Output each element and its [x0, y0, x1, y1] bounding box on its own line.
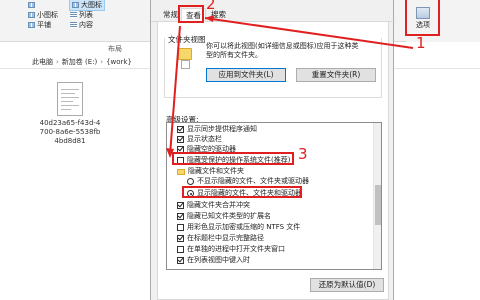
checkbox[interactable]: [177, 213, 184, 220]
apply-to-folders-button[interactable]: 应用到文件夹(L): [206, 68, 286, 82]
doc-line: [61, 97, 79, 98]
setting-hide-merge-conflicts[interactable]: 隐藏文件夹合并冲突: [177, 201, 250, 210]
checkbox[interactable]: [177, 126, 184, 133]
folder-views-icon: [178, 48, 192, 69]
checkbox[interactable]: [177, 257, 184, 264]
small-icons-icon: [28, 12, 35, 18]
radio-button[interactable]: [187, 178, 194, 185]
breadcrumb-folder[interactable]: {work}: [106, 58, 132, 66]
layout-large-icons[interactable]: 大图标: [69, 0, 105, 11]
layout-content[interactable]: 内容: [70, 20, 93, 30]
restore-defaults-button[interactable]: 还原为默认值(D): [310, 278, 384, 292]
setting-dont-show-hidden[interactable]: 不显示隐藏的文件、文件夹或驱动器: [187, 177, 309, 186]
doc-line: [61, 105, 79, 106]
annotation-number-1: 1: [416, 34, 426, 52]
setting-group-hidden-files: 隐藏文件和文件夹: [177, 167, 244, 176]
doc-line: [61, 109, 71, 110]
doc-line: [61, 101, 73, 102]
setting-label: 显示同步提供程序通知: [187, 125, 257, 133]
setting-separate-process[interactable]: 在单独的进程中打开文件夹窗口: [177, 245, 285, 254]
setting-label: 隐藏已知文件类型的扩展名: [187, 212, 271, 220]
layout-large-icons-label: 大图标: [81, 1, 102, 9]
layout-list-label: 列表: [79, 11, 93, 19]
document-thumbnail-icon: [57, 82, 83, 116]
breadcrumb-this-pc[interactable]: 此电脑: [32, 58, 53, 66]
icon-grid-icon: [28, 2, 35, 8]
checkbox[interactable]: [177, 246, 184, 253]
annotation-number-3: 3: [298, 145, 308, 163]
setting-label: 在列表视图中键入时: [187, 256, 250, 264]
checkbox[interactable]: [177, 224, 184, 231]
layout-small-icons[interactable]: 小图标: [28, 10, 58, 20]
setting-label: 用彩色显示加密或压缩的 NTFS 文件: [187, 223, 301, 231]
annotation-number-2: 2: [206, 0, 216, 13]
setting-hide-extensions[interactable]: 隐藏已知文件类型的扩展名: [177, 212, 271, 221]
scrollbar-thumb[interactable]: [375, 185, 381, 225]
setting-full-path-title[interactable]: 在标题栏中显示完整路径: [177, 234, 264, 243]
setting-label: 在标题栏中显示完整路径: [187, 234, 264, 242]
setting-label: 隐藏文件夹合并冲突: [187, 201, 250, 209]
breadcrumb-separator: ›: [100, 58, 104, 66]
doc-line: [61, 89, 79, 90]
annotation-box-protected-files: [172, 152, 294, 165]
annotation-box-show-hidden: [182, 186, 302, 198]
ribbon-group-label: 布局: [108, 45, 122, 53]
layout-extra-large-icons[interactable]: [28, 0, 35, 10]
setting-label: 显示状态栏: [187, 135, 222, 143]
list-icon: [70, 12, 77, 18]
content-icon: [70, 22, 77, 28]
annotation-box-options: [405, 0, 440, 36]
setting-status-bar[interactable]: 显示状态栏: [177, 135, 222, 144]
setting-label: 不显示隐藏的文件、文件夹或驱动器: [197, 177, 309, 185]
large-icons-icon: [72, 2, 79, 8]
document-icon: [181, 60, 190, 69]
tiles-icon: [28, 22, 35, 28]
setting-color-ntfs[interactable]: 用彩色显示加密或压缩的 NTFS 文件: [177, 223, 300, 232]
file-item[interactable]: 40d23a65-f43d-4700-8a6e-5538fb4bd8d81: [40, 82, 100, 146]
layout-content-label: 内容: [79, 21, 93, 29]
layout-tiles[interactable]: 平铺: [28, 20, 51, 30]
folder-icon: [177, 168, 185, 175]
layout-list[interactable]: 列表: [70, 10, 93, 20]
layout-tiles-label: 平铺: [37, 21, 51, 29]
reset-folders-button[interactable]: 重置文件夹(R): [296, 68, 376, 82]
setting-label: 在单独的进程中打开文件夹窗口: [187, 245, 285, 253]
checkbox[interactable]: [177, 235, 184, 242]
folder-views-description: 你可以将此视图(如详细信息或图标)应用于这种类型的所有文件夹。: [206, 42, 359, 59]
breadcrumb-drive[interactable]: 新加卷 (E:): [62, 58, 97, 66]
file-name: 40d23a65-f43d-4700-8a6e-5538fb4bd8d81: [39, 119, 101, 145]
setting-sync-notifications[interactable]: 显示同步提供程序通知: [177, 125, 257, 134]
advanced-list-scrollbar[interactable]: [373, 123, 381, 269]
folder-icon: [178, 48, 192, 60]
annotation-box-view-tab: [178, 5, 204, 23]
checkbox[interactable]: [177, 202, 184, 209]
setting-list-typing[interactable]: 在列表视图中键入时: [177, 256, 250, 265]
breadcrumb-separator: ›: [56, 58, 59, 66]
checkbox[interactable]: [177, 136, 184, 143]
folder-views-title: 文件夹视图: [168, 35, 206, 44]
doc-line: [61, 93, 75, 94]
setting-label: 隐藏文件和文件夹: [188, 167, 244, 175]
layout-small-icons-label: 小图标: [37, 11, 58, 19]
